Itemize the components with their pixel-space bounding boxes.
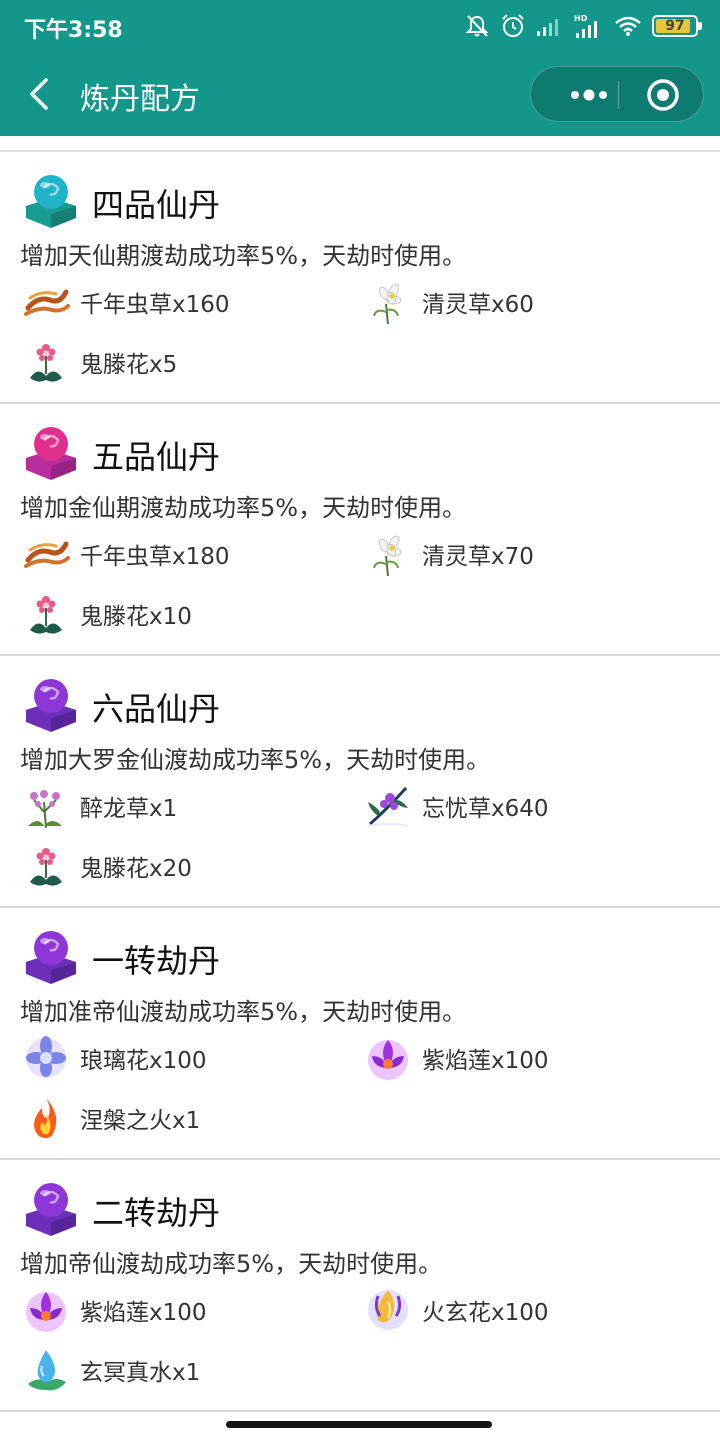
ingredient-item: 清灵草x60 [364,278,534,326]
mini-program-capsule [530,66,704,122]
ingredient-label: 忘忧草x640 [422,796,549,822]
ingredient-item: 鬼滕花x20 [22,842,192,890]
pink-flower-icon [29,595,63,635]
recipe-name: 一转劫丹 [92,942,221,980]
ingredient-label: 玄冥真水x1 [80,1360,201,1386]
recipe-name: 五品仙丹 [92,438,221,476]
home-indicator[interactable] [226,1421,492,1428]
ingredient-item: 火玄花x100 [364,1286,549,1334]
ingredient-label: 千年虫草x160 [80,292,230,318]
ingredient-label: 清灵草x60 [422,292,534,318]
ingredient-label: 清灵草x70 [422,544,534,570]
fire-icon [34,1098,57,1138]
ingredient-item: 琅璃花x100 [22,1034,207,1082]
ingredient-label: 琅璃花x100 [80,1048,207,1074]
close-target-icon[interactable] [635,75,691,115]
more-icon[interactable] [549,75,619,115]
cordyceps-icon [22,278,70,326]
white-herb-icon [373,281,402,325]
ingredient-label: 紫焰莲x100 [422,1048,549,1074]
pill-box-icon [26,175,76,228]
recipe-name: 二转劫丹 [92,1194,221,1232]
svg-text:HD: HD [574,14,588,23]
ingredient-item: 千年虫草x180 [22,530,230,578]
pill-box-icon [26,427,76,480]
battery-level: 97 [665,18,685,34]
ingredient-item: 千年虫草x160 [22,278,230,326]
recipe-card[interactable]: 五品仙丹增加金仙期渡劫成功率5%，天劫时使用。千年虫草x180 清灵草x70 鬼滕花… [0,404,720,656]
recipe-description: 增加帝仙渡劫成功率5%，天劫时使用。 [20,1250,443,1278]
recipe-card[interactable]: 一转劫丹增加准帝仙渡劫成功率5%，天劫时使用。琅璃花x100 紫焰莲x100 涅槃之… [0,908,720,1160]
pink-flower-icon [29,343,63,383]
nav-bar: 炼丹配方 [0,52,720,136]
golden-flower-icon [366,1288,410,1332]
recipe-description: 增加天仙期渡劫成功率5%，天劫时使用。 [20,242,467,270]
battery-icon: 97 [652,15,702,37]
white-herb-icon [373,533,402,577]
wifi-icon [615,16,641,36]
recipe-card[interactable]: 四品仙丹增加天仙期渡劫成功率5%，天劫时使用。千年虫草x160 清灵草x60 鬼滕花… [0,152,720,404]
water-drop-icon [27,1349,67,1392]
signal-hd-icon: HD [574,14,597,38]
back-arrow-icon[interactable] [22,74,58,114]
recipe-list: 四品仙丹增加天仙期渡劫成功率5%，天劫时使用。千年虫草x160 清灵草x60 鬼滕花… [0,150,720,1412]
ingredient-item: 玄冥真水x1 [22,1346,200,1394]
ingredient-item: 清灵草x70 [364,530,534,578]
ingredient-label: 鬼滕花x20 [80,856,192,882]
pill-box-icon [26,931,76,984]
lilac-herb-icon [27,789,63,829]
purple-lotus-icon [368,1040,408,1080]
ingredient-item: 忘忧草x640 [364,782,549,830]
ingredient-label: 千年虫草x180 [80,544,230,570]
status-time: 下午3:58 [24,18,123,43]
page-title: 炼丹配方 [80,82,200,117]
capsule-divider [618,81,619,109]
purple-lotus-icon [26,1292,66,1332]
status-icons: HD 97 [464,12,702,40]
ingredient-item: 紫焰莲x100 [22,1286,207,1334]
signal-icon [537,19,558,36]
ingredient-item: 鬼滕花x10 [22,590,192,638]
recipe-name: 四品仙丹 [92,186,221,224]
pill-box-icon [26,1183,76,1236]
ingredient-item: 涅槃之火x1 [22,1094,200,1142]
ingredient-label: 火玄花x100 [422,1300,549,1326]
pink-flower-icon [29,847,63,887]
ingredient-label: 涅槃之火x1 [80,1108,201,1134]
ingredient-label: 鬼滕花x5 [80,352,178,378]
ingredient-item: 醉龙草x1 [22,782,177,830]
recipe-description: 增加准帝仙渡劫成功率5%，天劫时使用。 [20,998,467,1026]
recipe-name: 六品仙丹 [92,690,221,728]
alarm-icon [502,14,524,37]
ingredient-item: 紫焰莲x100 [364,1034,549,1082]
cordyceps-icon [22,530,70,578]
ingredient-label: 紫焰莲x100 [80,1300,207,1326]
recipe-description: 增加大罗金仙渡劫成功率5%，天劫时使用。 [20,746,491,774]
status-bar: 下午3:58 HD 97 [0,0,720,52]
ingredient-item: 鬼滕花x5 [22,338,177,386]
ingredient-label: 鬼滕花x10 [80,604,192,630]
ingredient-label: 醉龙草x1 [80,796,178,822]
mute-icon [465,15,489,37]
pill-box-icon [26,679,76,732]
recipe-card[interactable]: 二转劫丹增加帝仙渡劫成功率5%，天劫时使用。紫焰莲x100 火玄花x100 玄冥真水… [0,1160,720,1412]
recipe-card[interactable]: 六品仙丹增加大罗金仙渡劫成功率5%，天劫时使用。醉龙草x1 忘忧草x640 鬼滕花x… [0,656,720,908]
recipe-description: 增加金仙期渡劫成功率5%，天劫时使用。 [20,494,467,522]
glass-flower-icon [26,1036,66,1078]
violet-branch-icon [366,786,410,828]
